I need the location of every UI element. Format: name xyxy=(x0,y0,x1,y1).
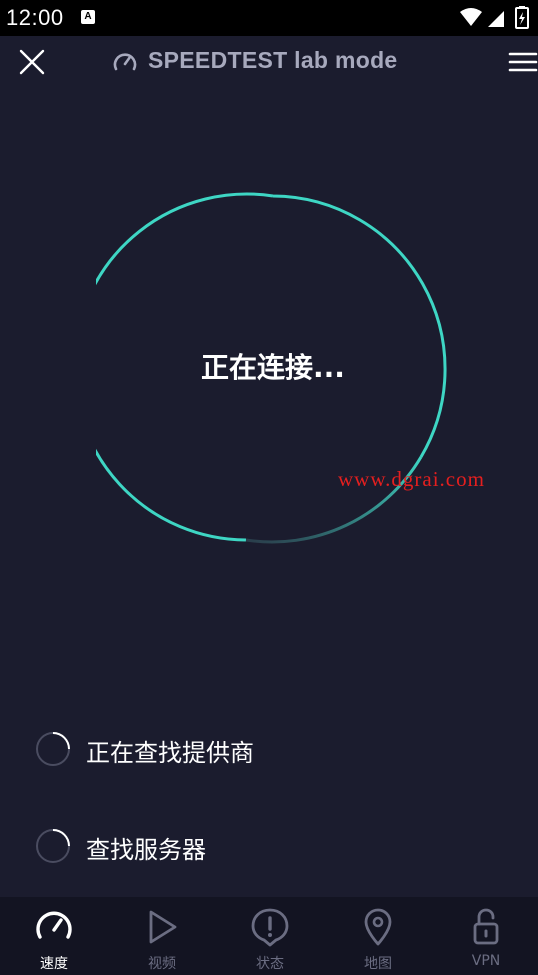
loading-spinner-icon xyxy=(36,829,70,863)
play-icon xyxy=(149,910,177,944)
nav-item-status[interactable]: 状态 xyxy=(216,897,324,975)
nav-item-vpn[interactable]: VPN xyxy=(432,897,538,975)
nav-item-map[interactable]: 地图 xyxy=(324,897,432,975)
notification-a-icon: A xyxy=(81,10,95,24)
gauge-status-text: 正在连接... xyxy=(201,351,345,384)
progress-label-server: 查找服务器 xyxy=(86,836,206,864)
nav-label-video: 视频 xyxy=(148,956,176,972)
alert-icon xyxy=(251,908,289,947)
close-icon[interactable] xyxy=(16,46,48,78)
progress-label-provider: 正在查找提供商 xyxy=(86,739,254,767)
bottom-nav: 速度 视频 状态 地图 VPN xyxy=(0,897,538,975)
nav-item-speed[interactable]: 速度 xyxy=(0,897,108,975)
nav-label-speed: 速度 xyxy=(40,956,68,972)
nav-label-map: 地图 xyxy=(364,956,392,972)
status-time: 12:00 xyxy=(6,5,64,30)
app-header: SPEEDTEST lab mode xyxy=(0,36,538,86)
unlock-icon xyxy=(473,908,499,945)
progress-row-server: 查找服务器 xyxy=(35,828,455,866)
watermark: www.dgrai.com xyxy=(338,467,485,491)
speedometer-icon xyxy=(36,911,72,939)
speedometer-logo-icon xyxy=(113,53,137,71)
battery-icon xyxy=(515,6,529,29)
nav-label-status: 状态 xyxy=(256,956,284,972)
progress-row-provider: 正在查找提供商 xyxy=(35,731,455,769)
status-bar: 12:00 A xyxy=(0,0,538,36)
nav-label-vpn: VPN xyxy=(471,953,501,969)
hamburger-menu-icon[interactable] xyxy=(508,48,538,76)
nav-item-video[interactable]: 视频 xyxy=(108,897,216,975)
wifi-icon xyxy=(460,8,482,26)
signal-icon xyxy=(488,11,504,27)
loading-spinner-icon xyxy=(36,732,70,766)
app-title-text: SPEEDTEST lab mode xyxy=(148,47,398,73)
status-icons xyxy=(460,6,529,29)
map-pin-icon xyxy=(364,908,392,946)
